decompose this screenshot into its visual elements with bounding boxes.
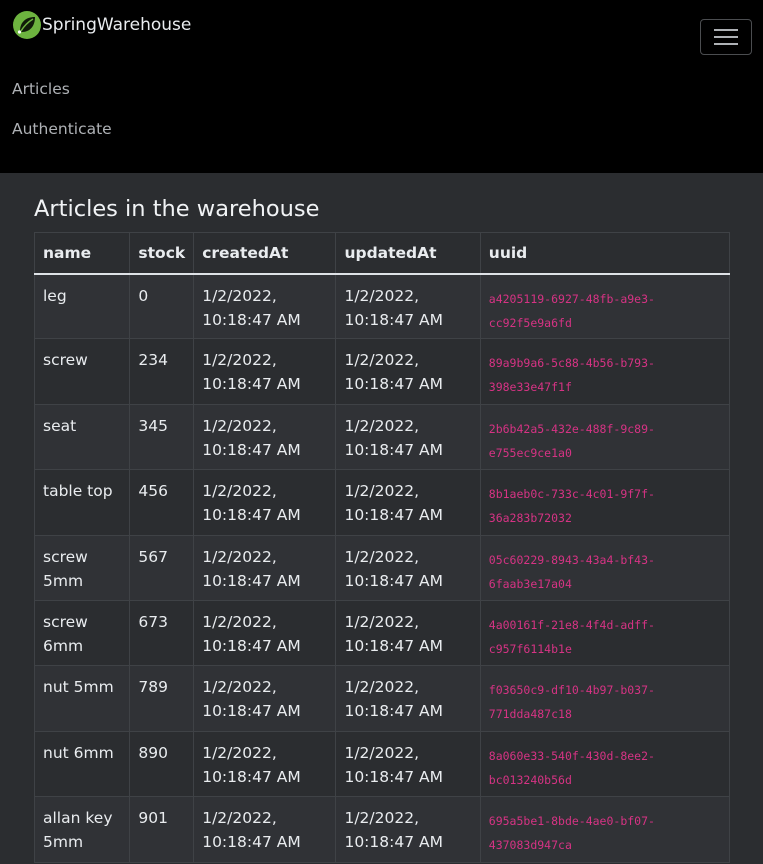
articles-table: name stock createdAt updatedAt uuid leg … — [33, 232, 731, 863]
table-row: screw 5mm 567 1/2/2022, 10:18:47 AM 1/2/… — [33, 534, 731, 601]
cell-created-at: 1/2/2022, 10:18:47 AM — [193, 338, 337, 405]
cell-stock: 234 — [129, 338, 195, 405]
cell-name: leg — [33, 272, 131, 340]
cell-created-at: 1/2/2022, 10:18:47 AM — [193, 796, 337, 863]
cell-updated-at: 1/2/2022, 10:18:47 AM — [335, 599, 481, 667]
cell-uuid: 2b6b42a5-432e-488f-9c89-e755ec9ce1a0 — [479, 403, 731, 471]
navbar: SpringWarehouse Articles Authenticate — [0, 0, 763, 173]
cell-name: nut 5mm — [33, 665, 131, 732]
cell-name: allan key 5mm — [33, 796, 131, 863]
cell-name: seat — [33, 403, 131, 471]
navbar-toggler-button[interactable] — [700, 19, 752, 55]
table-row: seat 345 1/2/2022, 10:18:47 AM 1/2/2022,… — [33, 403, 731, 471]
hamburger-menu-icon — [714, 29, 738, 45]
column-header-name: name — [33, 232, 131, 275]
cell-uuid: 89a9b9a6-5c88-4b56-b793-398e33e47f1f — [479, 338, 731, 405]
cell-created-at: 1/2/2022, 10:18:47 AM — [193, 665, 337, 732]
table-row: screw 6mm 673 1/2/2022, 10:18:47 AM 1/2/… — [33, 599, 731, 667]
cell-updated-at: 1/2/2022, 10:18:47 AM — [335, 272, 481, 340]
cell-uuid: 4a00161f-21e8-4f4d-adff-c957f6114b1e — [479, 599, 731, 667]
cell-stock: 456 — [129, 469, 195, 536]
cell-created-at: 1/2/2022, 10:18:47 AM — [193, 534, 337, 601]
cell-updated-at: 1/2/2022, 10:18:47 AM — [335, 338, 481, 405]
cell-name: table top — [33, 469, 131, 536]
cell-updated-at: 1/2/2022, 10:18:47 AM — [335, 796, 481, 863]
nav-link-articles[interactable]: Articles — [12, 80, 70, 98]
nav-link-authenticate[interactable]: Authenticate — [12, 120, 112, 138]
cell-uuid: f03650c9-df10-4b97-b037-771dda487c18 — [479, 665, 731, 732]
cell-stock: 901 — [129, 796, 195, 863]
cell-uuid: 05c60229-8943-43a4-bf43-6faab3e17a04 — [479, 534, 731, 601]
table-header-row: name stock createdAt updatedAt uuid — [33, 232, 731, 275]
cell-uuid: 8b1aeb0c-733c-4c01-9f7f-36a283b72032 — [479, 469, 731, 536]
cell-created-at: 1/2/2022, 10:18:47 AM — [193, 599, 337, 667]
brand-name: SpringWarehouse — [42, 15, 192, 35]
cell-updated-at: 1/2/2022, 10:18:47 AM — [335, 403, 481, 471]
page-title: Articles in the warehouse — [34, 196, 320, 222]
cell-updated-at: 1/2/2022, 10:18:47 AM — [335, 730, 481, 798]
cell-stock: 567 — [129, 534, 195, 601]
table-row: allan key 5mm 901 1/2/2022, 10:18:47 AM … — [33, 796, 731, 863]
cell-uuid: 8a060e33-540f-430d-8ee2-bc013240b56d — [479, 730, 731, 798]
cell-updated-at: 1/2/2022, 10:18:47 AM — [335, 534, 481, 601]
cell-created-at: 1/2/2022, 10:18:47 AM — [193, 272, 337, 340]
cell-updated-at: 1/2/2022, 10:18:47 AM — [335, 665, 481, 732]
cell-name: screw 5mm — [33, 534, 131, 601]
table-row: table top 456 1/2/2022, 10:18:47 AM 1/2/… — [33, 469, 731, 536]
cell-uuid: 695a5be1-8bde-4ae0-bf07-437083d947ca — [479, 796, 731, 863]
cell-uuid: a4205119-6927-48fb-a9e3-cc92f5e9a6fd — [479, 272, 731, 340]
cell-stock: 890 — [129, 730, 195, 798]
cell-created-at: 1/2/2022, 10:18:47 AM — [193, 730, 337, 798]
table-row: nut 6mm 890 1/2/2022, 10:18:47 AM 1/2/20… — [33, 730, 731, 798]
table-row: screw 234 1/2/2022, 10:18:47 AM 1/2/2022… — [33, 338, 731, 405]
table-row: leg 0 1/2/2022, 10:18:47 AM 1/2/2022, 10… — [33, 272, 731, 340]
cell-stock: 789 — [129, 665, 195, 732]
cell-stock: 345 — [129, 403, 195, 471]
cell-created-at: 1/2/2022, 10:18:47 AM — [193, 469, 337, 536]
brand-link[interactable]: SpringWarehouse — [12, 10, 191, 40]
column-header-updatedat: updatedAt — [335, 232, 481, 275]
spring-leaf-icon — [13, 11, 41, 39]
cell-updated-at: 1/2/2022, 10:18:47 AM — [335, 469, 481, 536]
cell-stock: 673 — [129, 599, 195, 667]
cell-stock: 0 — [129, 272, 195, 340]
table-row: nut 5mm 789 1/2/2022, 10:18:47 AM 1/2/20… — [33, 665, 731, 732]
column-header-stock: stock — [129, 232, 195, 275]
cell-name: screw — [33, 338, 131, 405]
cell-name: nut 6mm — [33, 730, 131, 798]
column-header-createdat: createdAt — [193, 232, 337, 275]
column-header-uuid: uuid — [479, 232, 731, 275]
cell-name: screw 6mm — [33, 599, 131, 667]
cell-created-at: 1/2/2022, 10:18:47 AM — [193, 403, 337, 471]
